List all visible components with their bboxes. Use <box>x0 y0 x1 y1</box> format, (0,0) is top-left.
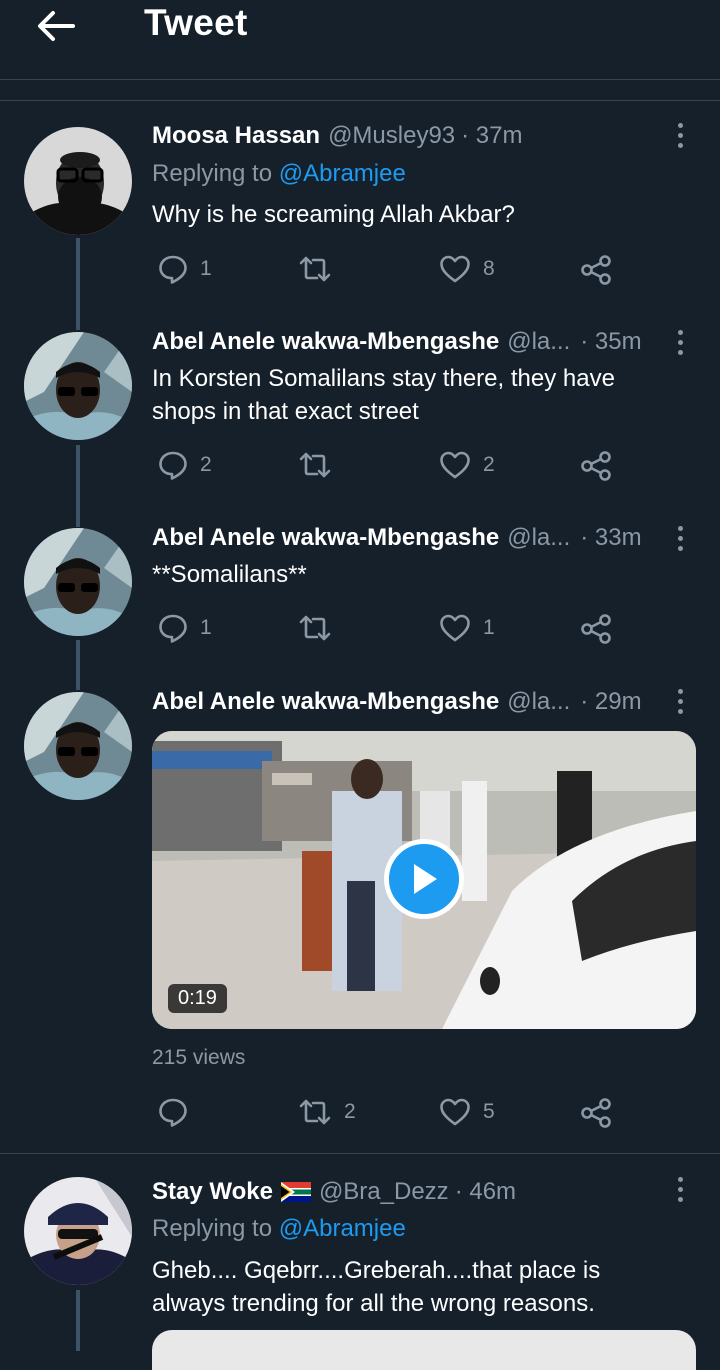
thread-connector <box>76 238 80 330</box>
avatar[interactable] <box>24 332 132 440</box>
share-icon <box>581 451 611 481</box>
tweet-header: Stay Woke @Bra_Dezz · 46m <box>152 1178 516 1206</box>
tweet-header: Abel Anele wakwa-Mbengashe @la... · 35m <box>152 328 642 356</box>
reply-icon <box>159 1098 187 1127</box>
view-count: 215 views <box>152 1046 246 1069</box>
retweet-count: 2 <box>344 1100 356 1123</box>
like-count: 8 <box>483 257 495 280</box>
share-button[interactable] <box>580 613 612 645</box>
reply-button[interactable]: 1 <box>158 613 212 643</box>
more-options-icon[interactable] <box>668 686 692 716</box>
more-options-icon[interactable] <box>668 327 692 357</box>
heart-icon <box>440 1098 470 1126</box>
tweet-header: Moosa Hassan @Musley93 · 37m <box>152 122 523 150</box>
thread-connector <box>76 640 80 690</box>
share-button[interactable] <box>580 1097 612 1129</box>
display-name[interactable]: Abel Anele wakwa-Mbengashe <box>152 688 499 716</box>
user-handle[interactable]: @la... <box>507 524 570 552</box>
thread-connector <box>76 1290 80 1351</box>
tweet-header: Abel Anele wakwa-Mbengashe @la... · 29m <box>152 688 642 716</box>
avatar[interactable] <box>24 528 132 636</box>
divider <box>0 1153 720 1154</box>
display-name[interactable]: Stay Woke <box>152 1178 273 1206</box>
user-handle[interactable]: @Bra_Dezz <box>319 1178 449 1206</box>
user-handle[interactable]: @la... <box>507 688 570 716</box>
heart-icon <box>440 255 470 283</box>
retweet-button[interactable]: 2 <box>298 1097 356 1127</box>
reply-icon <box>159 451 187 480</box>
thread-connector <box>76 445 80 527</box>
timestamp[interactable]: · 35m <box>580 328 641 356</box>
arrow-left-icon <box>38 11 75 41</box>
reply-count: 1 <box>200 616 212 639</box>
reply-button[interactable] <box>158 1097 200 1127</box>
tweet-text: In Korsten Somalilans stay there, they h… <box>152 365 615 425</box>
replying-to: Replying to @Abramjee <box>152 1215 406 1243</box>
share-icon <box>581 255 611 285</box>
user-handle[interactable]: @la... <box>507 328 570 356</box>
replying-to-label: Replying to <box>152 160 273 187</box>
heart-icon <box>440 614 470 642</box>
like-count: 1 <box>483 616 495 639</box>
like-button[interactable]: 2 <box>439 450 495 480</box>
tweet-text: **Somalilans** <box>152 561 307 588</box>
reply-count: 2 <box>200 453 212 476</box>
tweet-text: Why is he screaming Allah Akbar? <box>152 201 515 228</box>
share-button[interactable] <box>580 450 612 482</box>
avatar[interactable] <box>24 692 132 800</box>
timestamp[interactable]: · 46m <box>455 1178 516 1206</box>
top-bar: Tweet <box>0 0 720 80</box>
play-icon <box>414 864 437 894</box>
reply-button[interactable]: 1 <box>158 254 212 284</box>
share-icon <box>581 614 611 644</box>
retweet-icon <box>299 256 331 282</box>
like-count: 5 <box>483 1100 495 1123</box>
share-button[interactable] <box>580 254 612 286</box>
divider <box>0 100 720 101</box>
retweet-icon <box>299 615 331 641</box>
timestamp[interactable]: · 37m <box>461 122 522 150</box>
tweet-header: Abel Anele wakwa-Mbengashe @la... · 33m <box>152 524 642 552</box>
more-options-icon[interactable] <box>668 523 692 553</box>
retweet-icon <box>299 1099 331 1125</box>
media-preview[interactable] <box>152 1330 696 1370</box>
retweet-icon <box>299 452 331 478</box>
avatar[interactable] <box>24 127 132 235</box>
play-button[interactable] <box>384 839 464 919</box>
display-name[interactable]: Moosa Hassan <box>152 122 320 150</box>
tweet-text: Gheb.... Gqebrr....Greberah....that plac… <box>152 1257 601 1317</box>
video-duration: 0:19 <box>168 984 227 1013</box>
display-name[interactable]: Abel Anele wakwa-Mbengashe <box>152 524 499 552</box>
retweet-button[interactable] <box>298 450 344 480</box>
reply-button[interactable]: 2 <box>158 450 212 480</box>
avatar[interactable] <box>24 1177 132 1285</box>
reply-icon <box>159 255 187 284</box>
like-button[interactable]: 1 <box>439 613 495 643</box>
timestamp[interactable]: · 33m <box>580 524 641 552</box>
mention-link[interactable]: @Abramjee <box>279 160 406 187</box>
mention-link[interactable]: @Abramjee <box>279 1215 406 1242</box>
display-name[interactable]: Abel Anele wakwa-Mbengashe <box>152 328 499 356</box>
retweet-button[interactable] <box>298 254 344 284</box>
share-icon <box>581 1098 611 1128</box>
heart-icon <box>440 451 470 479</box>
timestamp[interactable]: · 29m <box>580 688 641 716</box>
replying-to-label: Replying to <box>152 1215 273 1242</box>
replying-to: Replying to @Abramjee <box>152 160 406 188</box>
back-button[interactable] <box>34 6 78 46</box>
like-count: 2 <box>483 453 495 476</box>
like-button[interactable]: 8 <box>439 254 495 284</box>
user-handle[interactable]: @Musley93 <box>328 122 455 150</box>
more-options-icon[interactable] <box>668 120 692 150</box>
reply-count: 1 <box>200 257 212 280</box>
south-africa-flag-icon <box>280 1182 311 1202</box>
more-options-icon[interactable] <box>668 1174 692 1204</box>
like-button[interactable]: 5 <box>439 1097 495 1127</box>
video-player[interactable]: 0:19 <box>152 731 696 1029</box>
page-title: Tweet <box>144 2 248 43</box>
retweet-button[interactable] <box>298 613 344 643</box>
reply-icon <box>159 614 187 643</box>
